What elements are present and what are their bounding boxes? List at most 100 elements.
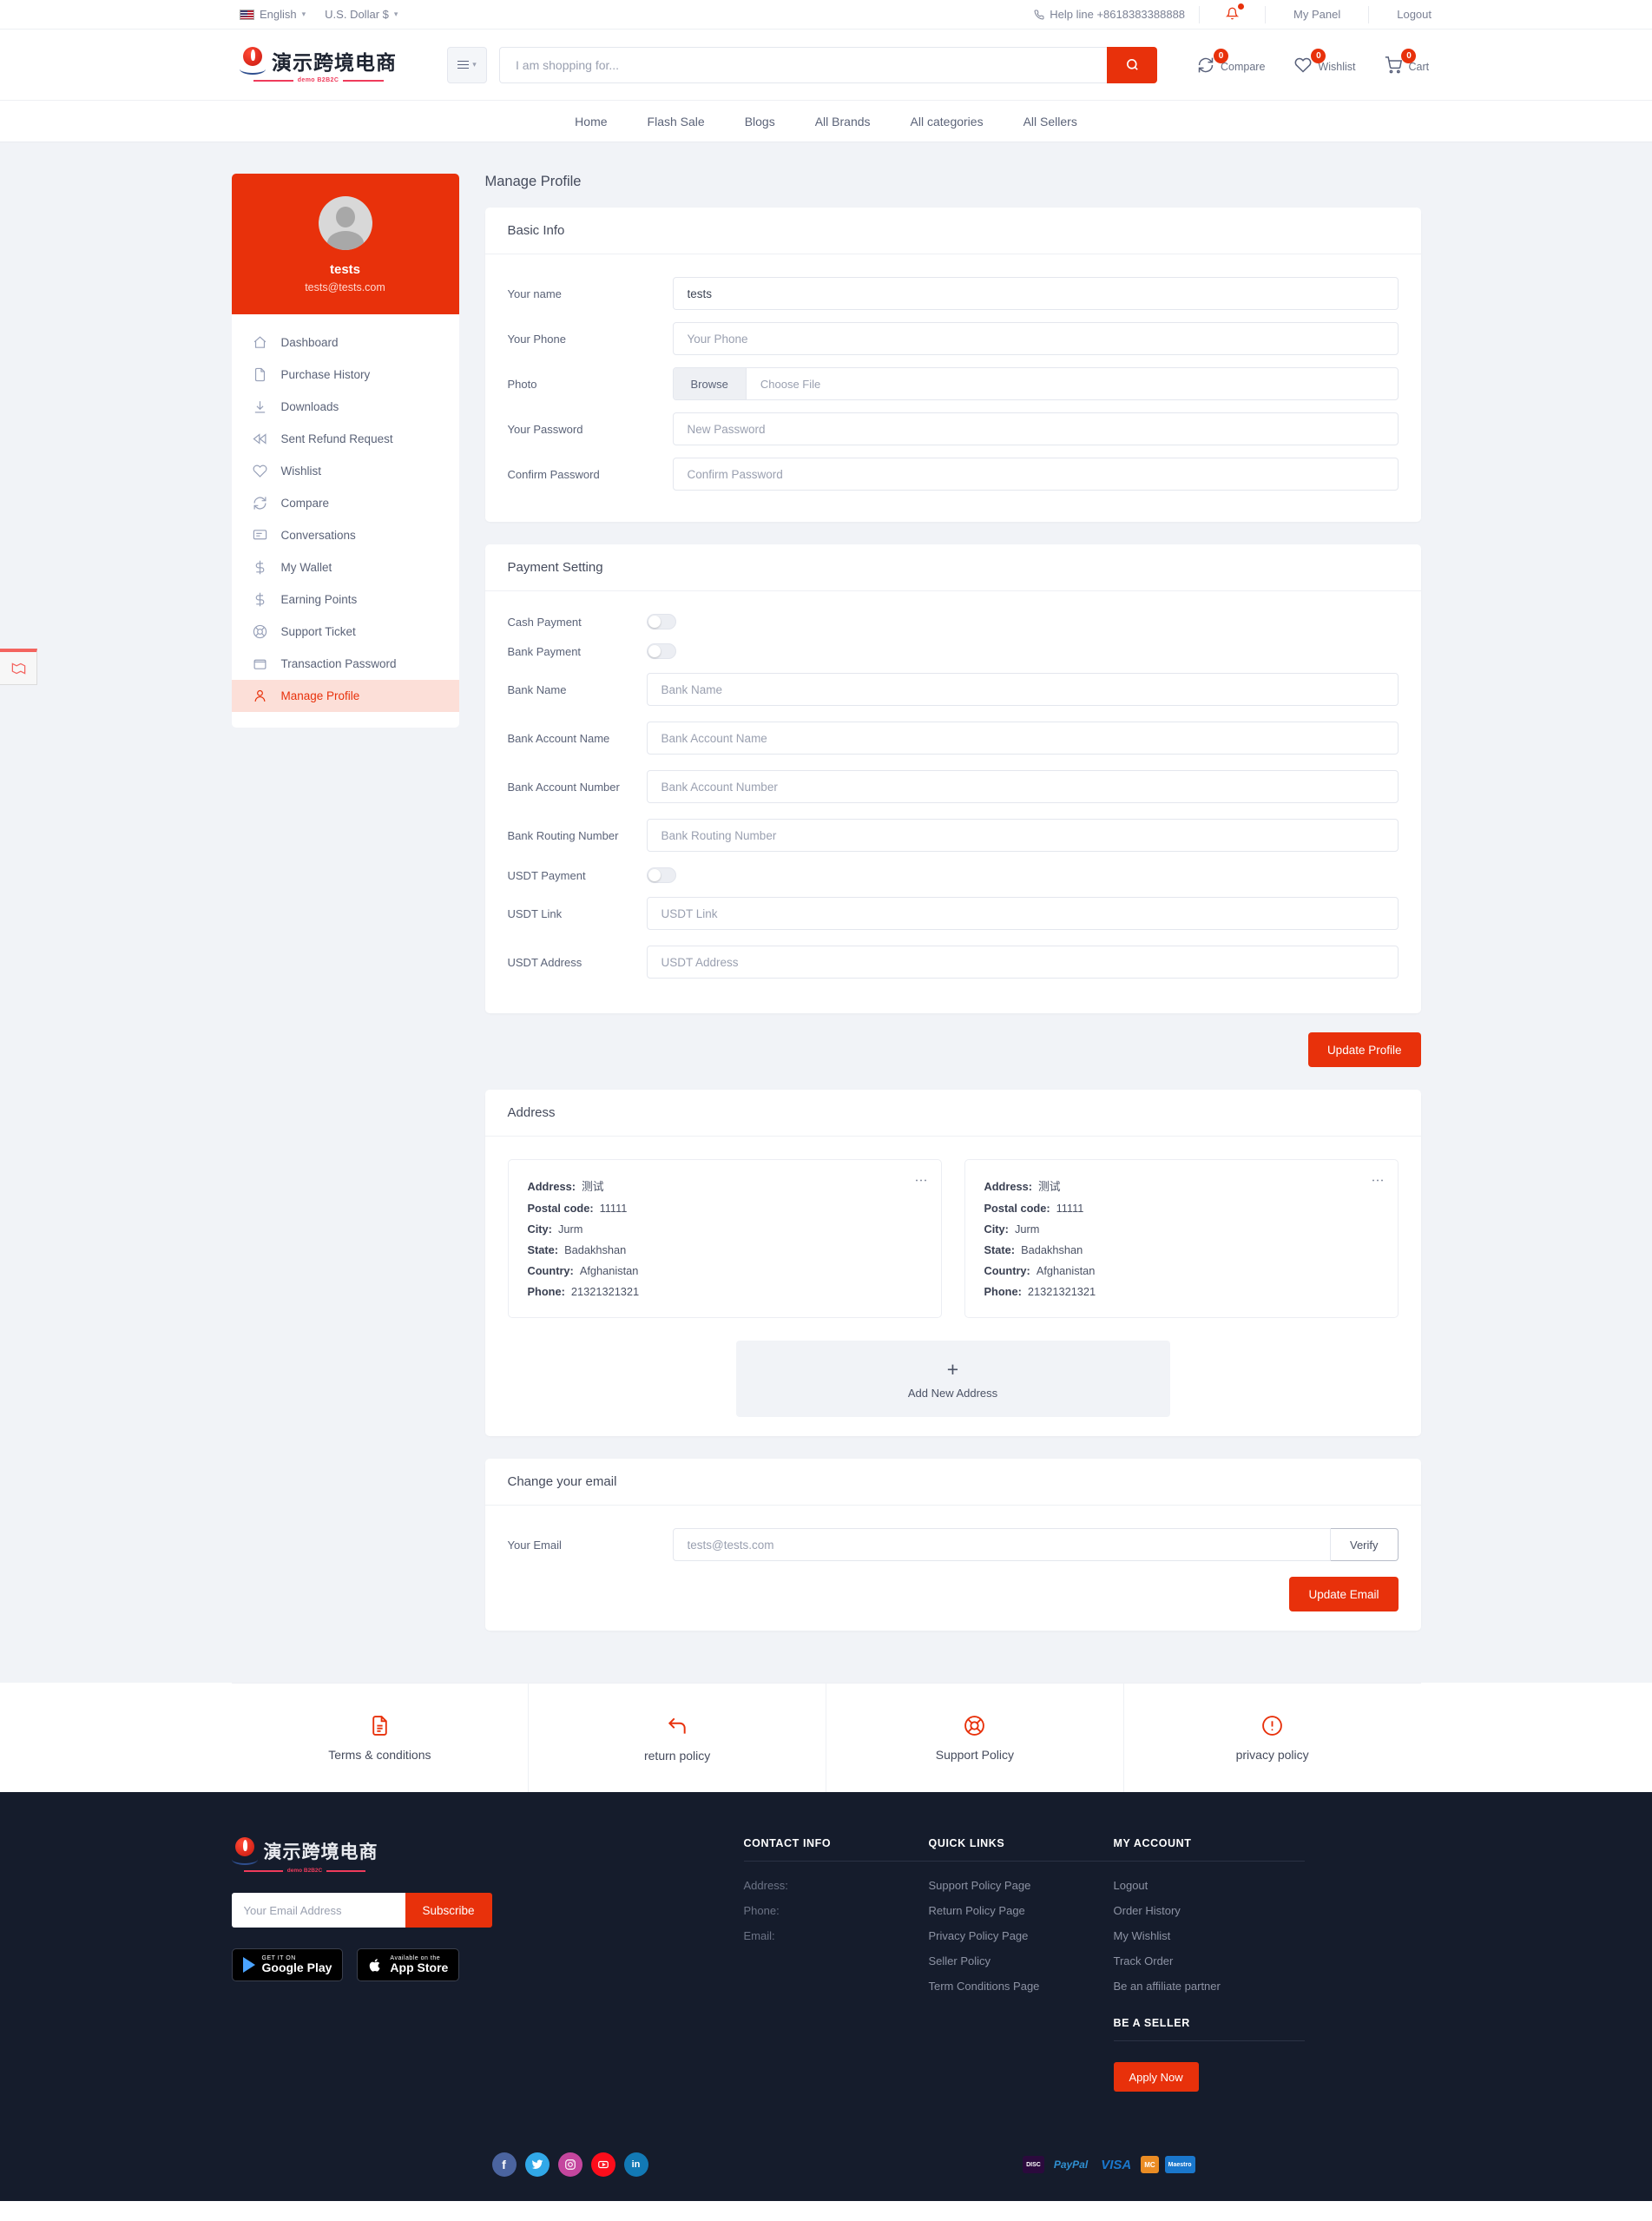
sidebar-item-purchase-history[interactable]: Purchase History (232, 359, 459, 391)
update-email-button[interactable]: Update Email (1289, 1577, 1399, 1611)
sidebar-item-compare[interactable]: Compare (232, 487, 459, 519)
quick-link-support-policy[interactable]: Support Policy Page (929, 1879, 1114, 1892)
account-link-affiliate-partner[interactable]: Be an affiliate partner (1114, 1980, 1305, 1993)
nav-item-home[interactable]: Home (575, 115, 607, 129)
policy-privacy[interactable]: privacy policy (1124, 1684, 1421, 1792)
sidebar-item-downloads[interactable]: Downloads (232, 391, 459, 423)
policy-label: return policy (643, 1749, 711, 1763)
divider (1199, 5, 1201, 23)
footer-logo[interactable]: 演示跨境电商 (231, 1837, 378, 1865)
nav-item-all-brands[interactable]: All Brands (815, 115, 871, 129)
sidebar-item-wishlist[interactable]: Wishlist (232, 455, 459, 487)
browse-button[interactable]: Browse (673, 368, 747, 399)
quick-link-privacy-policy[interactable]: Privacy Policy Page (929, 1929, 1114, 1942)
field-label: Bank Account Name (507, 731, 610, 745)
verify-button[interactable]: Verify (1330, 1528, 1399, 1561)
account-link-order-history[interactable]: Order History (1114, 1904, 1305, 1917)
compare-button[interactable]: Compare 0 (1197, 48, 1265, 74)
contact-email: Email: (743, 1929, 775, 1942)
nav-item-blogs[interactable]: Blogs (745, 115, 775, 129)
user-sidebar: tests tests@tests.com Dashboard Purchase… (231, 174, 459, 1653)
google-play-badge[interactable]: GET IT ON Google Play (231, 1948, 344, 1981)
policy-return[interactable]: return policy (529, 1684, 826, 1792)
chosen-file-label: Choose File (760, 377, 821, 391)
address-options-icon[interactable]: ⋮ (914, 1174, 929, 1187)
quick-link-return-policy[interactable]: Return Policy Page (929, 1904, 1114, 1917)
quick-link-seller-policy[interactable]: Seller Policy (929, 1954, 1114, 1967)
address-card: Address ⋮ Address: 测试 Postal code: 11111 (484, 1090, 1421, 1436)
country-label: Country: (527, 1264, 574, 1277)
sidebar-item-conversations[interactable]: Conversations (232, 519, 459, 551)
subscribe-email-input[interactable] (231, 1893, 405, 1928)
notifications-button[interactable] (1214, 3, 1251, 23)
bank-account-number-input[interactable] (646, 770, 1399, 803)
account-link-my-wishlist[interactable]: My Wishlist (1114, 1929, 1305, 1942)
bank-payment-toggle[interactable] (646, 643, 676, 659)
cart-button[interactable]: Cart 0 (1385, 48, 1429, 74)
payment-methods: DISC PayPal VISA MC Maestro (1023, 2156, 1195, 2173)
linkedin-icon[interactable]: in (623, 2152, 648, 2177)
sidebar-item-support-ticket[interactable]: Support Ticket (232, 616, 459, 648)
nav-item-all-categories[interactable]: All categories (911, 115, 984, 129)
nav-item-all-sellers[interactable]: All Sellers (1023, 115, 1077, 129)
bank-name-input[interactable] (646, 673, 1399, 706)
language-selector[interactable]: English ▾ (240, 8, 306, 21)
bank-account-name-input[interactable] (646, 722, 1399, 755)
sidebar-item-sent-refund-request[interactable]: Sent Refund Request (232, 423, 459, 455)
subscribe-button[interactable]: Subscribe (405, 1893, 492, 1928)
currency-selector[interactable]: U.S. Dollar $ ▾ (325, 8, 398, 21)
site-logo[interactable]: 演示跨境电商 demo B2B2C (240, 46, 397, 83)
address-line-address: Address: 测试 (984, 1177, 1379, 1194)
photo-file-input[interactable]: Browse Choose File (672, 367, 1399, 400)
wishlist-button[interactable]: Wishlist 0 (1294, 48, 1355, 74)
usdt-link-input[interactable] (646, 897, 1399, 930)
address-label: Address: (527, 1180, 576, 1193)
address-value: 测试 (1037, 1180, 1061, 1193)
compare-icon (253, 497, 266, 510)
laravel-debugbar-tab[interactable] (0, 649, 37, 685)
app-store-badge[interactable]: Available on the App Store (357, 1948, 460, 1981)
my-panel-link[interactable]: My Panel (1280, 8, 1354, 21)
instagram-icon[interactable] (557, 2152, 582, 2177)
policy-terms-conditions[interactable]: Terms & conditions (232, 1684, 530, 1792)
sidebar-item-earning-points[interactable]: Earning Points (232, 583, 459, 616)
nav-item-flash-sale[interactable]: Flash Sale (648, 115, 705, 129)
sidebar-item-manage-profile[interactable]: Manage Profile (231, 680, 459, 712)
field-label: Bank Routing Number (507, 828, 619, 842)
update-profile-button[interactable]: Update Profile (1307, 1032, 1421, 1067)
your-phone-input[interactable] (672, 322, 1399, 355)
logo-text: 演示跨境电商 (272, 52, 397, 75)
sidebar-item-transaction-password[interactable]: Transaction Password (232, 648, 459, 680)
facebook-icon[interactable]: f (491, 2152, 517, 2177)
email-input[interactable] (672, 1528, 1331, 1561)
bank-routing-number-input[interactable] (646, 819, 1399, 852)
category-menu-button[interactable]: ▾ (447, 46, 487, 83)
account-link-logout[interactable]: Logout (1114, 1879, 1305, 1892)
page-title: Manage Profile (484, 174, 582, 189)
helpline[interactable]: Help line +8618383388888 (1034, 8, 1185, 21)
youtube-icon[interactable] (590, 2152, 615, 2177)
logout-link[interactable]: Logout (1383, 8, 1445, 21)
apply-now-button[interactable]: Apply Now (1113, 2062, 1199, 2092)
state-label: State: (527, 1243, 559, 1256)
sidebar-item-label: Transaction Password (280, 657, 397, 670)
sidebar-item-my-wallet[interactable]: My Wallet (232, 551, 459, 583)
usdt-address-input[interactable] (646, 946, 1399, 979)
app-store-badges: GET IT ON Google Play Available on the A… (231, 1948, 744, 1981)
add-new-address-button[interactable]: + Add New Address (735, 1341, 1170, 1417)
twitter-icon[interactable] (524, 2152, 550, 2177)
usdt-payment-toggle[interactable] (646, 867, 676, 883)
quick-link-term-conditions[interactable]: Term Conditions Page (929, 1980, 1114, 1993)
address-options-icon[interactable]: ⋮ (1371, 1174, 1385, 1187)
search-input[interactable] (499, 46, 1107, 83)
search-button[interactable] (1107, 46, 1157, 83)
phone-label: Phone: (984, 1285, 1022, 1298)
policy-support[interactable]: Support Policy (826, 1684, 1124, 1792)
account-link-track-order[interactable]: Track Order (1114, 1954, 1305, 1967)
dollar-icon (255, 592, 264, 607)
new-password-input[interactable] (672, 412, 1399, 445)
confirm-password-input[interactable] (672, 458, 1399, 491)
your-name-input[interactable] (672, 277, 1399, 310)
cash-payment-toggle[interactable] (646, 614, 676, 629)
sidebar-item-dashboard[interactable]: Dashboard (232, 326, 459, 359)
